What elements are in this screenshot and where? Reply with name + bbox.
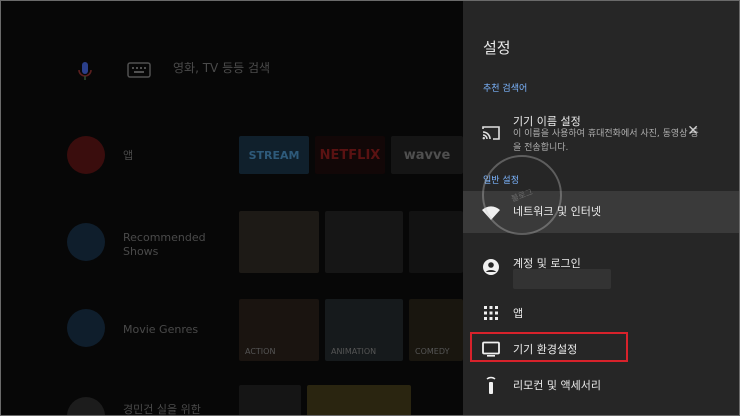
apps-label: 앱 [513,307,524,320]
content-tile[interactable] [239,385,301,415]
show-tile[interactable] [239,211,319,273]
row-4-icon [67,397,105,415]
device-name-description: 이 이름을 사용하여 휴대전화에서 사진, 동영상 등을 전송합니다. [513,129,699,153]
show-tile[interactable] [325,211,403,273]
app-tile-wavve[interactable]: wavve [391,136,463,174]
apps-row-label: 앱 [123,149,134,162]
genre-tile-animation[interactable]: ANIMATION [325,299,403,361]
suggested-section-header: 추천 검색어 [483,84,528,94]
apps-item[interactable]: 앱 [463,299,739,327]
content-tile[interactable] [307,385,411,415]
microphone-icon[interactable] [73,59,97,83]
genres-row-icon [67,309,105,347]
screen-frame: 영화, TV 등등 검색 앱 STREAM NETFLIX wavve Reco… [0,0,740,416]
close-icon[interactable]: ✕ [687,123,699,139]
cast-icon [482,126,500,140]
show-tile[interactable] [409,211,463,273]
apps-row-icon [67,136,105,174]
recommended-row-icon [67,223,105,261]
watermark-stamp: 블로그 [482,155,562,235]
settings-title: 설정 [483,39,511,57]
remote-icon [486,376,496,394]
app-tile-stream[interactable]: STREAM [239,136,309,174]
search-placeholder: 영화, TV 등등 검색 [173,61,271,75]
genre-tile-action[interactable]: ACTION [239,299,319,361]
remotes-item[interactable]: 리모컨 및 액세서리 [463,371,739,399]
app-tile-netflix[interactable]: NETFLIX [315,136,385,174]
account-icon [483,259,499,275]
account-email-redacted [513,269,611,289]
device-name-item[interactable]: 기기 이름 설정 이 이름을 사용하여 휴대전화에서 사진, 동영상 등을 전송… [463,105,739,165]
keyboard-icon[interactable] [125,59,153,81]
remotes-label: 리모컨 및 액세서리 [513,379,601,392]
home-screen: 영화, TV 등등 검색 앱 STREAM NETFLIX wavve Reco… [1,1,463,415]
row-4-label: 경민건 실을 위한 [123,403,201,415]
apps-grid-icon [484,306,498,320]
genres-row-label: Movie Genres [123,323,199,336]
recommended-row-label: Recommended Shows [123,231,206,258]
genre-tile-comedy[interactable]: COMEDY [409,299,463,361]
highlight-box [470,332,628,362]
search-bar[interactable]: 영화, TV 등등 검색 [1,45,463,89]
